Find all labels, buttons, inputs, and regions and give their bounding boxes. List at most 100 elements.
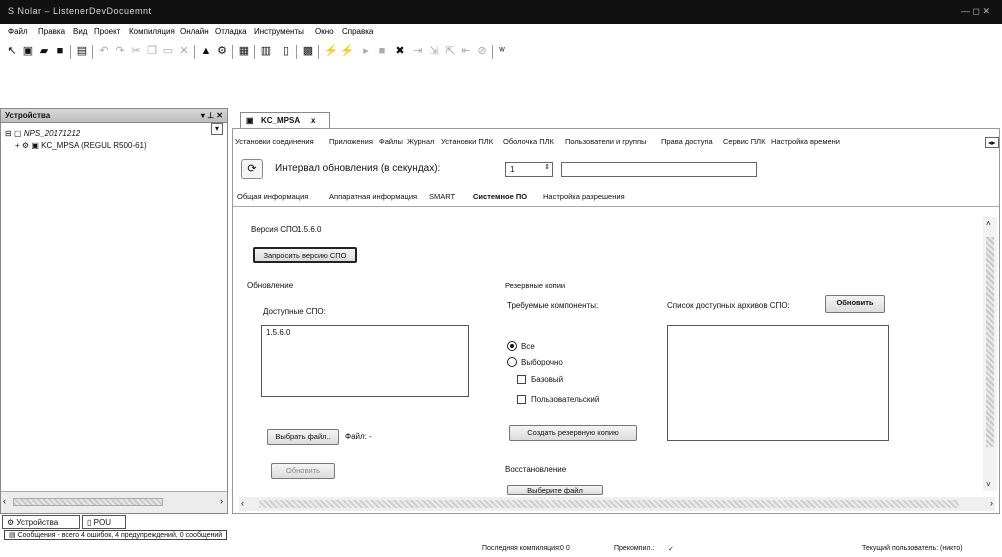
tab-users-groups[interactable]: Пользователи и группы (565, 137, 646, 146)
refresh-status-field (561, 162, 757, 177)
tab-files[interactable]: Файлы (379, 137, 403, 146)
checkbox-basic[interactable] (517, 375, 526, 384)
object-icon[interactable]: ▦ (238, 45, 250, 58)
login-icon[interactable]: ⚡ (324, 45, 338, 58)
menu-debug[interactable]: Отладка (215, 27, 247, 36)
close-tab-icon[interactable]: x (311, 116, 315, 125)
tab-access-rights[interactable]: Права доступа (661, 137, 713, 146)
tab-smart[interactable]: SMART (429, 192, 455, 201)
messages-tab[interactable]: ▤ Сообщения - всего 4 ошибок, 4 предупре… (4, 530, 228, 540)
tab-hardware-info[interactable]: Аппаратная информация (329, 192, 417, 201)
reset-icon[interactable]: ✖ (394, 45, 406, 58)
menu-tools[interactable]: Инструменты (254, 27, 304, 36)
tree-item-project[interactable]: ⊟ ▢ NPS_20171212 (5, 129, 80, 138)
list-item[interactable]: 1.5.6.0 (266, 328, 290, 337)
tab-applications[interactable]: Приложения (329, 137, 373, 146)
tab-permission-settings[interactable]: Настройка разрешения (543, 192, 625, 201)
available-spo-list[interactable]: 1.5.6.0 (261, 325, 469, 397)
write-values-icon[interactable]: ʷ (496, 45, 508, 58)
cut-icon[interactable]: ✂ (130, 45, 142, 58)
hscroll-thumb[interactable] (259, 500, 959, 508)
archives-list[interactable] (667, 325, 889, 441)
stepper-icon[interactable]: ⇕ (544, 163, 550, 171)
paste-icon[interactable]: ▭ (162, 45, 174, 58)
new-project-icon[interactable]: ▣ (22, 45, 34, 58)
tab-general-info[interactable]: Общая информация (237, 192, 308, 201)
step-out-icon[interactable]: ⇱ (444, 45, 456, 58)
add-object-icon[interactable]: ▥ (260, 45, 272, 58)
step-over-icon[interactable]: ⇥ (412, 45, 424, 58)
info-tabs: Общая информация Аппаратная информация S… (233, 187, 999, 207)
update-button[interactable]: Обновить (271, 463, 335, 479)
checkbox-user[interactable] (517, 395, 526, 404)
tab-plc-service[interactable]: Сервис ПЛК (723, 137, 765, 146)
refresh-archives-button[interactable]: Обновить (825, 295, 885, 313)
scroll-right-icon[interactable]: › (220, 496, 223, 506)
menu-view[interactable]: Вид (73, 27, 87, 36)
tab-time-settings[interactable]: Настройка времени (771, 137, 995, 146)
scroll-left-icon[interactable]: ‹ (3, 496, 6, 506)
stop-icon[interactable]: ■ (376, 45, 388, 58)
request-spo-version-button[interactable]: Запросить версию СПО (253, 247, 357, 263)
menu-online[interactable]: Онлайн (180, 27, 209, 36)
vscroll-thumb[interactable] (986, 237, 994, 447)
refresh-icon[interactable]: ⟳ (241, 159, 263, 179)
tab-scroll-icon[interactable]: ◂▸ (985, 137, 999, 148)
editor-vscrollbar[interactable]: ˄ ˅ (983, 217, 997, 491)
tab-plc-shell[interactable]: Оболочка ПЛК (503, 137, 554, 146)
hscroll-left-icon[interactable]: ‹ (241, 498, 244, 508)
pointer-icon[interactable]: ↖ (6, 45, 18, 58)
tab-connection-settings[interactable]: Установки соединения (235, 137, 314, 146)
panel-pin-close[interactable]: ▾ ⊥ ✕ (201, 111, 223, 120)
logout-icon[interactable]: ⚡ (340, 45, 354, 58)
delete-icon[interactable]: ✕ (178, 45, 190, 58)
scroll-down-icon[interactable]: ˅ (986, 480, 991, 489)
menu-build[interactable]: Компиляция (129, 27, 175, 36)
spo-version-label: Версия СПО: (251, 225, 301, 234)
collapse-icon[interactable]: ⊟ (5, 129, 12, 138)
expand-icon[interactable]: + (15, 141, 20, 150)
panel-dropdown-icon[interactable]: ▾ (211, 123, 223, 135)
create-backup-button[interactable]: Создать резервную копию (509, 425, 637, 441)
run-icon[interactable]: ▸ (360, 45, 372, 58)
choose-restore-file-button[interactable]: Выберите файл (507, 485, 603, 495)
open-icon[interactable]: ▰ (38, 45, 50, 58)
menu-project[interactable]: Проект (94, 27, 120, 36)
insert-icon[interactable]: ▯ (280, 45, 292, 58)
undo-icon[interactable]: ↶ (98, 45, 110, 58)
tab-pou[interactable]: ▯ POU (82, 515, 126, 529)
build-icon[interactable]: ▩ (302, 45, 314, 58)
tree-item-plc[interactable]: + ⚙ ▣ KC_MPSA (REGUL R500-61) (15, 141, 147, 150)
editor-hscrollbar[interactable]: ‹ › (239, 497, 995, 511)
copy-icon[interactable]: ❐ (146, 45, 158, 58)
tab-system-software[interactable]: Системное ПО (473, 192, 527, 201)
tab-log[interactable]: Журнал (407, 137, 434, 146)
menu-window[interactable]: Окно (315, 27, 334, 36)
radio-selective[interactable] (507, 357, 517, 367)
redo-icon[interactable]: ↷ (114, 45, 126, 58)
doc-tab-kc-mpsa[interactable]: ▣ KC_MPSA x (240, 112, 330, 128)
devices-hscrollbar[interactable]: ‹ › (1, 491, 227, 513)
tab-plc-settings[interactable]: Установки ПЛК (441, 137, 493, 146)
replace-icon[interactable]: ⚙ (216, 45, 228, 58)
breakpoint-icon[interactable]: ⊘ (476, 45, 488, 58)
refresh-interval-stepper[interactable]: 1 ⇕ (505, 162, 553, 177)
scroll-thumb[interactable] (13, 498, 163, 506)
hscroll-right-icon[interactable]: › (990, 498, 993, 508)
window-controls[interactable]: — ◻ ✕ (961, 6, 990, 17)
update-section-title: Обновление (247, 281, 294, 290)
step-into-icon[interactable]: ⇲ (428, 45, 440, 58)
radio-all[interactable] (507, 341, 517, 351)
menu-edit[interactable]: Правка (38, 27, 65, 36)
tab-devices[interactable]: ⚙ Устройства (2, 515, 80, 529)
precompile-ok-icon: ✓ (668, 546, 674, 553)
print-icon[interactable]: ▤ (76, 45, 88, 58)
save-icon[interactable]: ■ (54, 45, 66, 58)
choose-file-button[interactable]: Выбрать файл.. (267, 429, 339, 445)
device-tab-icon: ▣ (246, 116, 254, 125)
menu-help[interactable]: Справка (342, 27, 373, 36)
menu-file[interactable]: Файл (8, 27, 28, 36)
scroll-up-icon[interactable]: ˄ (986, 219, 991, 228)
find-icon[interactable]: ▲ (200, 45, 212, 58)
cursor-step-icon[interactable]: ⇤ (460, 45, 472, 58)
